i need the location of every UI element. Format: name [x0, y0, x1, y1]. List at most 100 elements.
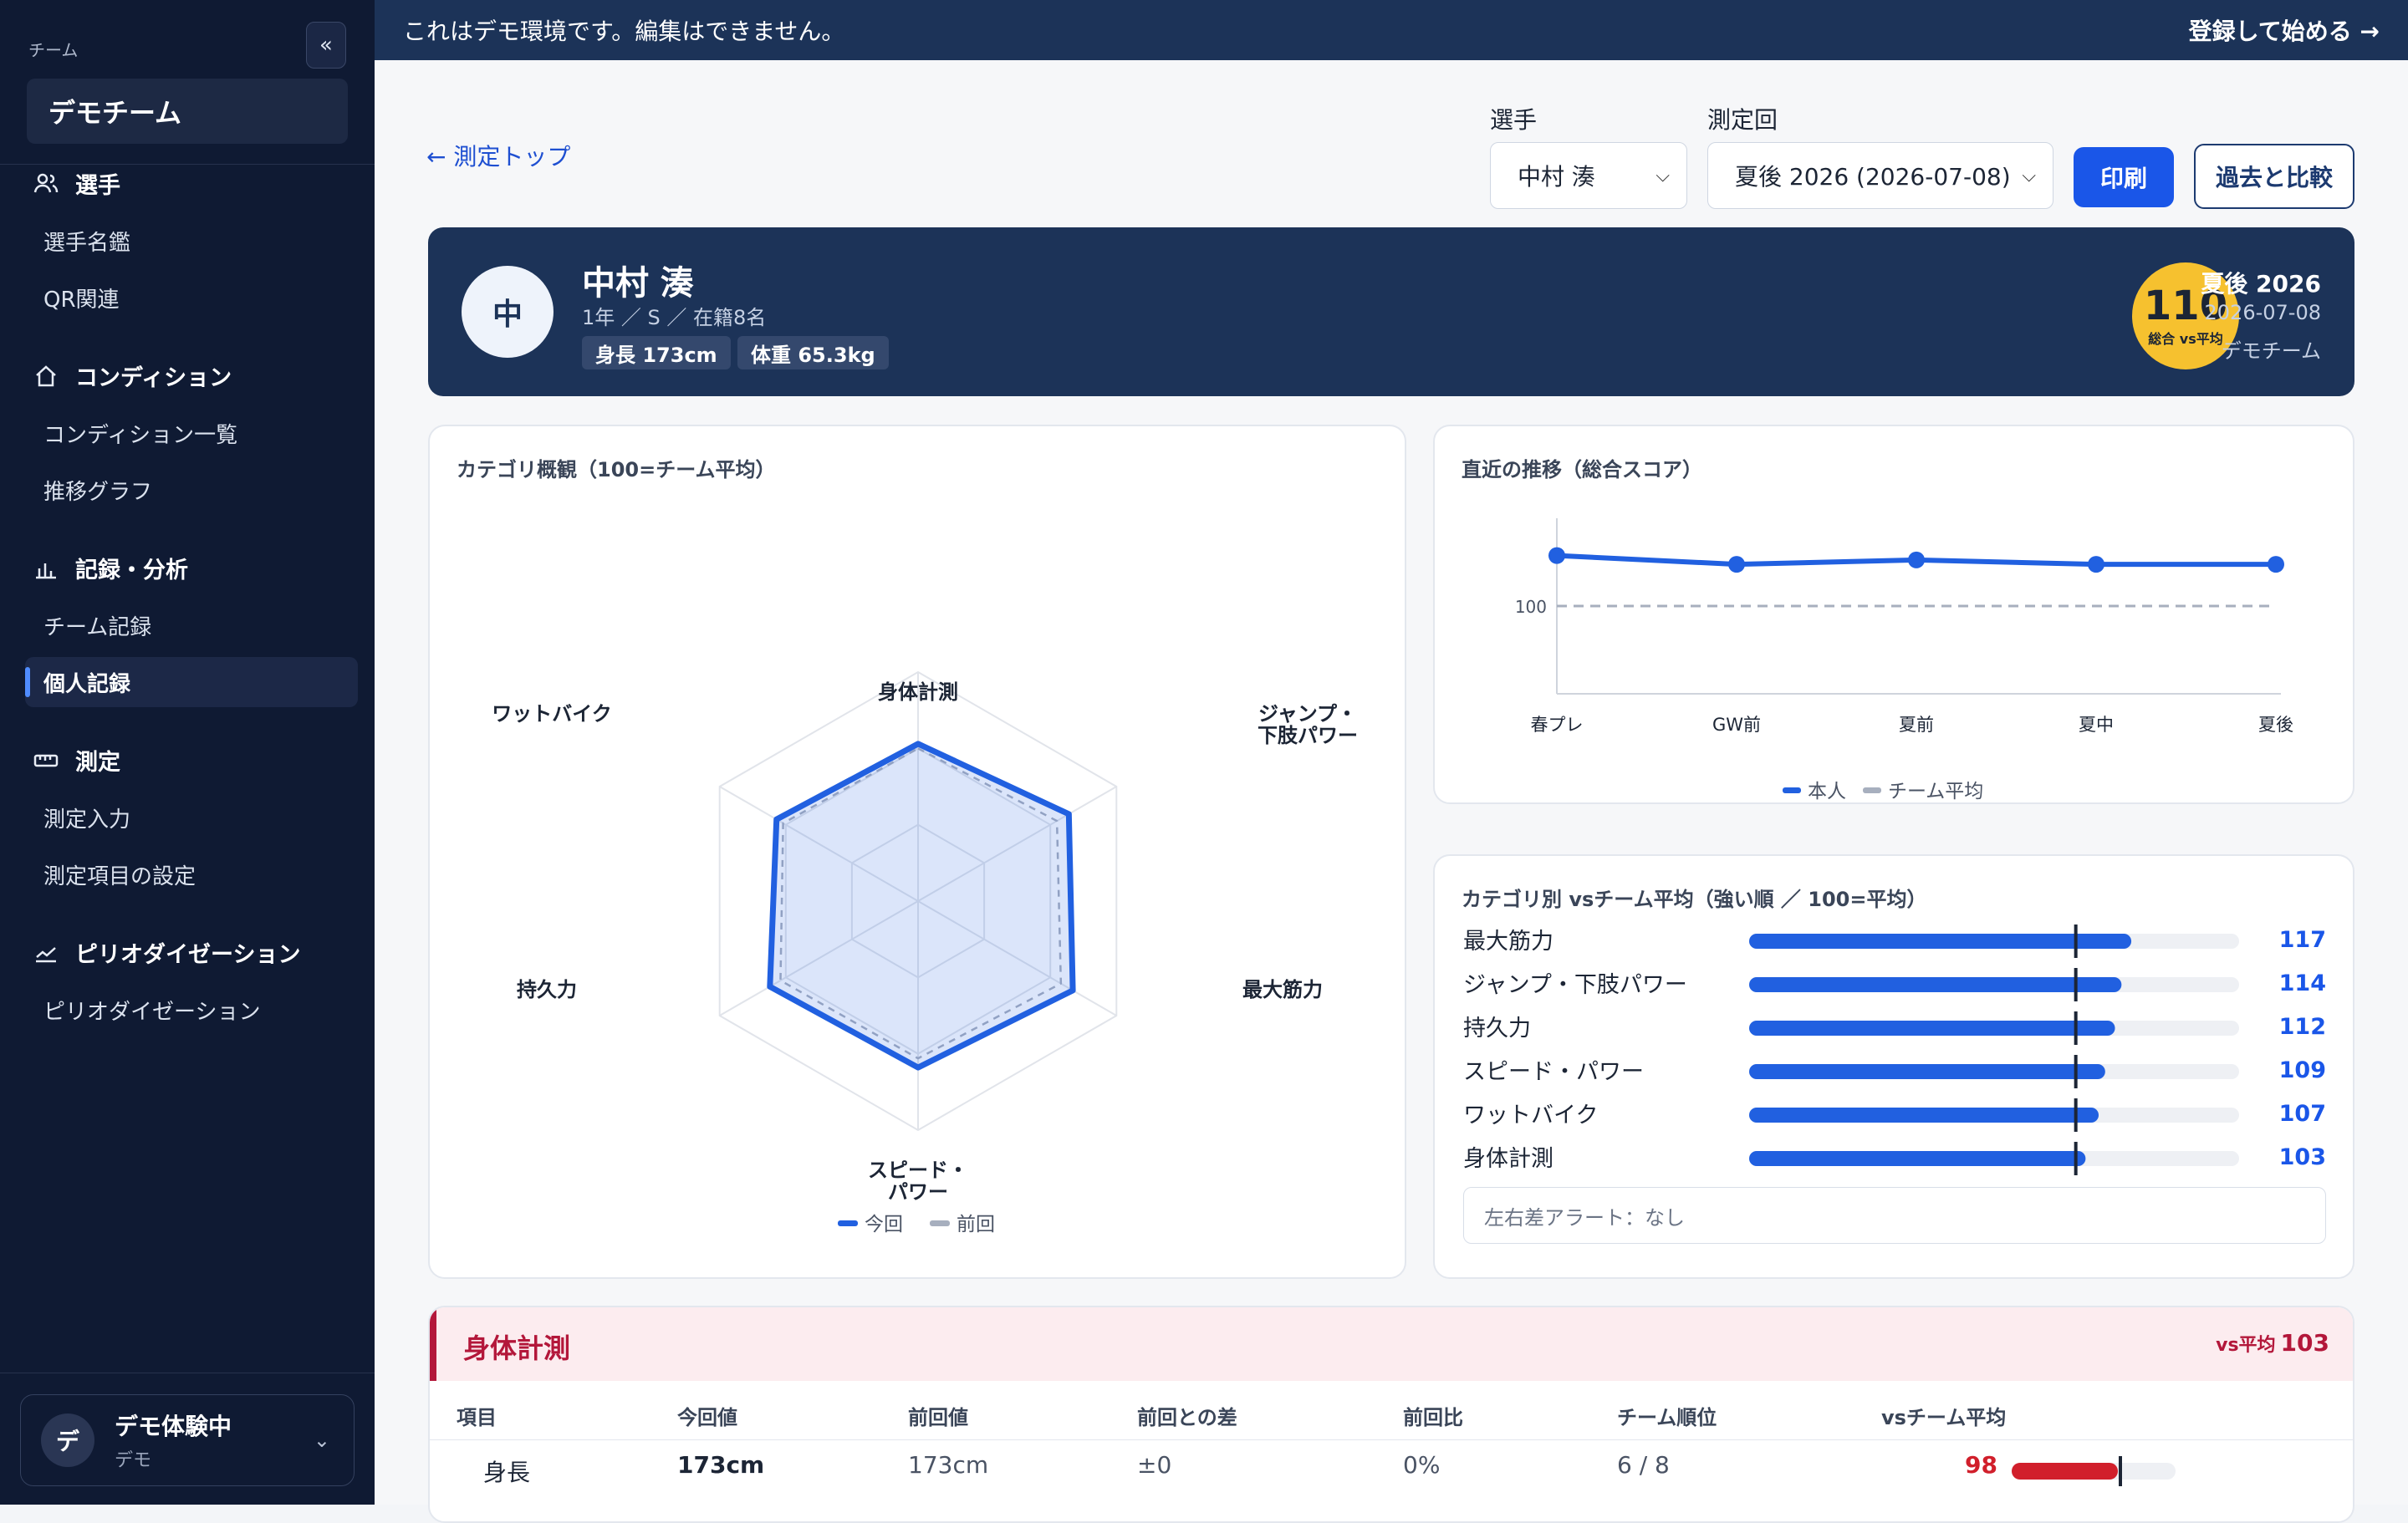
category-bar-label: ワットバイク — [1463, 1103, 1598, 1128]
category-bar-average-marker — [2074, 924, 2078, 958]
row-vs-bar-track — [2012, 1456, 2176, 1486]
trend-x-tick: 夏後 — [2258, 715, 2293, 735]
team-selector[interactable]: デモチーム — [27, 79, 348, 144]
trend-x-tick: 夏中 — [2079, 715, 2114, 735]
trend-point — [1548, 547, 1565, 564]
trend-point — [2268, 556, 2284, 573]
trend-x-tick: 春プレ — [1531, 715, 1584, 735]
category-bar — [1749, 934, 2132, 949]
section-header[interactable]: 身体計測 vs平均 103 — [430, 1307, 2353, 1381]
compare-past-button[interactable]: 過去と比較 — [2194, 144, 2354, 209]
height-badge: 身長 173cm — [582, 336, 731, 369]
trend-card: 直近の推移（総合スコア） 100 春プレ GW前 夏前 夏中 夏後 本人 チーム平均 — [1433, 425, 2354, 804]
nav-section-players: 選手 — [32, 167, 120, 200]
category-bar-value: 107 — [2279, 1101, 2326, 1127]
sidebar-item-qr[interactable]: QR関連 — [25, 273, 358, 323]
radar-axis-label: スピード・パワー — [868, 1159, 968, 1204]
avatar: デ — [41, 1413, 94, 1467]
sidebar: チーム « デモチーム 選手 選手名鑑 QR関連 コンディション コンディション… — [0, 0, 375, 1505]
row-current: 173cm — [677, 1451, 765, 1479]
sidebar-item-measurement-settings[interactable]: 測定項目の設定 — [25, 849, 358, 899]
legend-avg-swatch — [1863, 787, 1881, 793]
player-select[interactable]: 中村 湊 ⌵ — [1490, 142, 1687, 209]
demo-notice: これはデモ環境です。編集はできません。 — [403, 18, 845, 45]
collapse-sidebar-button[interactable]: « — [306, 22, 346, 69]
sidebar-item-personal-records[interactable]: 個人記録 — [25, 657, 358, 707]
column-header-rank: チーム順位 — [1617, 1406, 1717, 1429]
users-icon — [32, 171, 60, 196]
nav-section-measurement: 測定 — [32, 744, 120, 777]
player-meta: 1年 ／ S ／ 在籍8名 — [582, 306, 767, 329]
radar-axis-label: 最大筋力 — [1242, 978, 1323, 1001]
sidebar-item-periodization[interactable]: ピリオダイゼーション — [25, 985, 358, 1035]
sidebar-item-measurement-input[interactable]: 測定入力 — [25, 792, 358, 843]
radar-axis-label: ワットバイク — [492, 702, 612, 726]
nav-section-label: 選手 — [75, 173, 120, 199]
sidebar-item-trend-graph[interactable]: 推移グラフ — [25, 465, 358, 515]
ruler-icon — [32, 748, 60, 773]
column-header-previous: 前回値 — [908, 1406, 968, 1429]
chevron-down-icon: ⌵ — [2022, 165, 2036, 186]
row-item: 身長 — [483, 1459, 531, 1486]
category-bar-label: ジャンプ・下肢パワー — [1463, 972, 1687, 998]
category-bar-label: 持久力 — [1463, 1016, 1531, 1042]
radar-card: カテゴリ概観（100=チーム平均） 身体計測 ジャンプ・下肢パワー 最大筋力 スピード… — [428, 425, 1406, 1279]
row-vs-bar-fill — [2012, 1463, 2119, 1480]
section-vs-label: vs平均 — [2216, 1335, 2276, 1356]
session-team: デモチーム — [2221, 339, 2321, 363]
signup-link[interactable]: 登録して始める → — [2189, 13, 2380, 47]
radar-axis-label: 身体計測 — [878, 680, 958, 704]
trend-point — [1728, 556, 1745, 573]
demo-banner: これはデモ環境です。編集はできません。 登録して始める → — [375, 0, 2408, 60]
back-to-measurement-top-link[interactable]: ← 測定トップ — [426, 139, 570, 172]
trend-y-tick: 100 — [1515, 597, 1547, 617]
row-rank: 6 / 8 — [1617, 1451, 1670, 1479]
sidebar-item-team-records[interactable]: チーム記録 — [25, 600, 358, 650]
category-bar-average-marker — [2074, 1011, 2078, 1045]
trend-icon — [32, 940, 60, 965]
session-select[interactable]: 夏後 2026 (2026-07-08) ⌵ — [1707, 142, 2053, 209]
weight-badge: 体重 65.3kg — [737, 336, 889, 369]
category-bar-label: 身体計測 — [1463, 1146, 1553, 1172]
asymmetry-alert: 左右差アラート：なし — [1463, 1187, 2326, 1244]
nav-section-periodization: ピリオダイゼーション — [32, 936, 300, 969]
player-summary-card: 中 中村 湊 1年 ／ S ／ 在籍8名 身長 173cm 体重 65.3kg … — [428, 227, 2354, 396]
player-select-label: 選手 — [1490, 106, 1538, 134]
radar-axis-label: ジャンプ・下肢パワー — [1258, 702, 1358, 747]
legend-self-swatch — [1783, 787, 1801, 793]
category-bar-average-marker — [2074, 1055, 2078, 1088]
sidebar-divider — [0, 164, 375, 165]
nav-section-label: 記録・分析 — [75, 558, 188, 583]
category-bar — [1749, 1108, 2099, 1123]
main-content: ← 測定トップ 選手 中村 湊 ⌵ 測定回 夏後 2026 (2026-07-0… — [375, 60, 2408, 1523]
print-button[interactable]: 印刷 — [2074, 147, 2174, 207]
bar-chart-icon — [32, 556, 60, 581]
column-header-ratio: 前回比 — [1403, 1406, 1463, 1429]
trend-point — [1908, 551, 1925, 568]
nav-section-records: 記録・分析 — [32, 552, 188, 584]
category-bar-value: 112 — [2279, 1014, 2326, 1040]
player-avatar: 中 — [462, 266, 554, 358]
category-bar — [1749, 1151, 2086, 1166]
sidebar-item-condition-list[interactable]: コンディション一覧 — [25, 408, 358, 458]
legend-avg-label: チーム平均 — [1888, 781, 1983, 802]
body-measurement-section: 身体計測 vs平均 103 項目 今回値 前回値 前回との差 前回比 チーム順位 … — [428, 1306, 2354, 1523]
nav-section-label: 測定 — [75, 750, 120, 776]
sidebar-item-player-directory[interactable]: 選手名鑑 — [25, 216, 358, 266]
trend-x-tick: 夏前 — [1899, 715, 1934, 735]
legend-previous-label: 前回 — [957, 1214, 995, 1235]
session-select-label: 測定回 — [1707, 106, 1778, 134]
radar-chart: 身体計測ジャンプ・下肢パワー最大筋力スピード・パワー 持久力 ワットバイク今回 前回 — [492, 670, 1358, 1235]
user-menu[interactable]: デ デモ体験中 デモ ⌄ — [20, 1394, 355, 1486]
section-vs-average: vs平均 103 — [2216, 1329, 2329, 1357]
radar-series-current — [767, 741, 1076, 1071]
nav-section-label: ピリオダイゼーション — [75, 942, 301, 968]
session-period: 夏後 2026 — [2201, 270, 2321, 298]
legend-self-label: 本人 — [1808, 781, 1846, 802]
chevron-down-icon: ⌵ — [1656, 165, 1670, 186]
section-vs-value: 103 — [2280, 1329, 2329, 1357]
radar-axis-label: 持久力 — [517, 978, 577, 1001]
trend-point — [2088, 556, 2104, 573]
row-previous: 173cm — [908, 1451, 989, 1479]
category-bar-value: 117 — [2279, 927, 2326, 953]
